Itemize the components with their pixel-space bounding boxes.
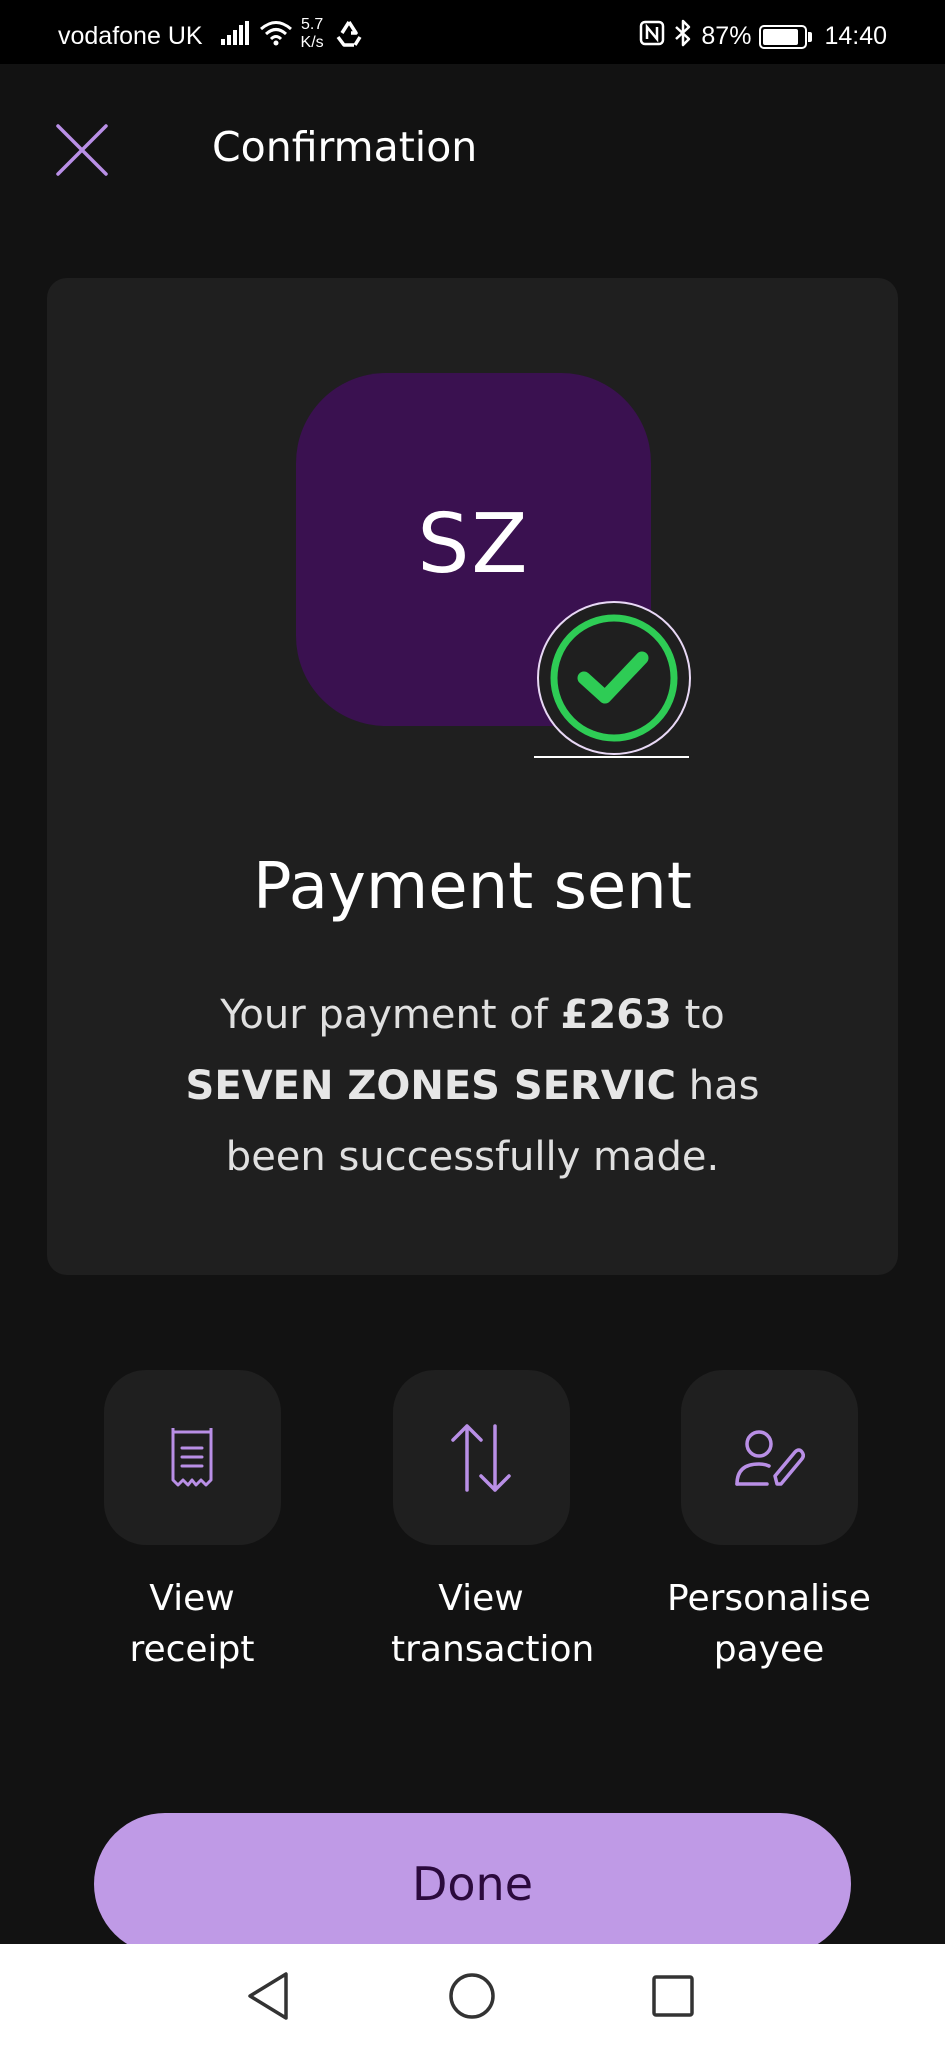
recents-square-icon [652, 1975, 694, 2017]
checkmark-icon [534, 601, 691, 758]
battery-percentage: 87% [701, 22, 752, 50]
recycle-icon [334, 19, 364, 54]
payment-amount: £263 [560, 992, 672, 1038]
view-transaction-button[interactable]: View transaction [391, 1370, 595, 1675]
home-circle-icon [449, 1973, 495, 2019]
page-title: Confirmation [212, 123, 478, 171]
network-speed-unit: K/s [300, 33, 324, 51]
nfc-icon [639, 20, 665, 53]
view-receipt-button[interactable]: View receipt [102, 1370, 282, 1675]
message-prefix: Your payment of [220, 992, 561, 1038]
payee-name: SEVEN ZONES SERVIC [185, 1063, 677, 1109]
status-bar: vodafone UK 5.7 K/s 87% 14:40 [0, 0, 945, 64]
message-mid: to [671, 992, 725, 1038]
battery-body [759, 24, 808, 49]
payee-initials: SZ [417, 497, 530, 592]
view-receipt-label-line2: receipt [129, 1629, 255, 1670]
personalise-payee-label: Personalise payee [659, 1573, 879, 1675]
view-receipt-tile[interactable] [103, 1370, 281, 1545]
personalise-payee-label-line2: payee [713, 1629, 825, 1670]
confirmation-screen: vodafone UK 5.7 K/s 87% 14:40 Confirmati… [0, 0, 945, 2048]
receipt-icon [171, 1427, 213, 1486]
view-receipt-label-line1: View [149, 1578, 235, 1619]
view-transaction-label: View transaction [391, 1573, 595, 1675]
result-message: Your payment of £263 to SEVEN ZONES SERV… [140, 980, 805, 1193]
home-button[interactable] [442, 1966, 502, 2026]
view-transaction-label-line2: transaction [391, 1629, 595, 1670]
view-transaction-tile[interactable] [392, 1370, 570, 1545]
clock: 14:40 [824, 22, 887, 50]
edit-user-icon [735, 1429, 805, 1486]
personalise-payee-button[interactable]: Personalise payee [659, 1370, 879, 1675]
personalise-payee-tile[interactable] [680, 1370, 858, 1545]
battery-fill [763, 28, 798, 45]
result-title: Payment sent [253, 850, 692, 924]
navigation-bar [0, 1944, 945, 2048]
status-bar-left: vodafone UK 5.7 K/s [58, 16, 364, 54]
back-triangle-icon [248, 1972, 288, 2020]
back-button[interactable] [240, 1966, 300, 2026]
wifi-icon [259, 20, 293, 53]
carrier-name: vodafone UK [58, 22, 203, 50]
network-speed-value: 5.7 [300, 15, 324, 33]
bluetooth-icon [673, 19, 693, 54]
transfer-arrows-icon [451, 1423, 511, 1492]
network-speed: 5.7 K/s [301, 16, 324, 52]
success-badge [534, 600, 694, 760]
close-button[interactable] [52, 120, 112, 180]
view-receipt-label: View receipt [102, 1573, 282, 1675]
status-bar-right: 87% 14:40 [631, 19, 887, 54]
view-transaction-label-line1: View [438, 1578, 524, 1619]
signal-icon [220, 21, 251, 52]
battery-icon [759, 24, 813, 49]
done-button[interactable]: Done [94, 1813, 851, 1955]
battery-tip [808, 31, 813, 42]
recents-button[interactable] [643, 1966, 703, 2026]
close-icon [56, 124, 108, 176]
personalise-payee-label-line1: Personalise [667, 1578, 871, 1619]
